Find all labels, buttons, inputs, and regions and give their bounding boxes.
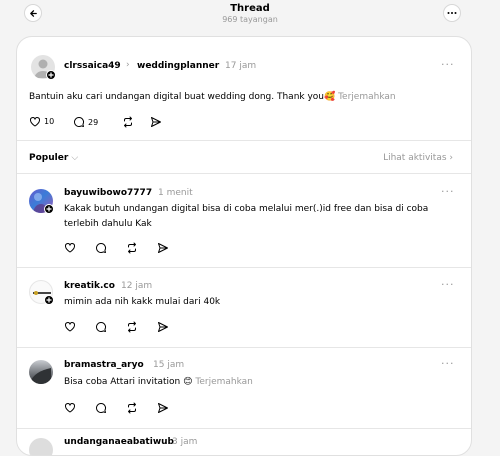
send-icon xyxy=(158,403,168,413)
repost-icon xyxy=(128,242,136,254)
share-button[interactable] xyxy=(157,242,169,254)
reply-text-line: mimin ada nih kakk mulai dari 40k xyxy=(64,297,221,307)
post-text: Bantuin aku cari undangan digital buat w… xyxy=(29,92,336,102)
reply-more-icon[interactable]: ··· xyxy=(441,278,455,291)
reply-time: 3 jam xyxy=(172,437,198,447)
plus-icon xyxy=(48,72,54,78)
reply-author[interactable]: bayuwibowo7777 xyxy=(64,188,152,198)
reply-more-icon[interactable]: ··· xyxy=(441,357,455,370)
like-button[interactable] xyxy=(64,242,76,253)
post-body: Bantuin aku cari undangan digital buat w… xyxy=(29,90,459,105)
comment-icon xyxy=(74,117,84,127)
follow-badge[interactable] xyxy=(44,204,54,214)
repost-button[interactable] xyxy=(122,116,134,128)
avatar[interactable] xyxy=(29,360,53,384)
like-button[interactable]: 10 xyxy=(29,116,54,127)
divider xyxy=(17,267,471,268)
divider xyxy=(17,173,471,174)
repost-icon xyxy=(128,321,136,333)
post-time: 17 jam xyxy=(225,61,257,71)
reply-text-line: terlebih dahulu Kak xyxy=(64,219,152,229)
top-bar: Thread 969 tayangan xyxy=(0,0,500,34)
translate-link[interactable]: Terjemahkan xyxy=(338,92,396,102)
reply-actions xyxy=(64,242,194,256)
reply-text: Kakak butuh undangan digital bisa di cob… xyxy=(64,202,469,232)
chevron-down-icon: ⌵ xyxy=(71,153,79,163)
like-button[interactable] xyxy=(64,402,76,413)
repost-button[interactable] xyxy=(126,402,138,414)
like-count: 10 xyxy=(44,117,55,126)
repost-icon xyxy=(128,402,136,414)
share-button[interactable] xyxy=(157,321,169,333)
reply-time: 1 menit xyxy=(158,188,193,198)
post-author[interactable]: clrssaica49 xyxy=(64,61,121,71)
send-icon xyxy=(151,117,161,127)
reply-actions xyxy=(64,402,194,416)
plus-icon xyxy=(46,206,52,212)
reply-actions xyxy=(64,321,194,335)
reply-text: Bisa coba Attari invitation 😊 Terjemahka… xyxy=(64,375,469,390)
share-button[interactable] xyxy=(150,116,162,128)
header-title-block: Thread 969 tayangan xyxy=(0,3,500,25)
page-title: Thread xyxy=(230,3,270,14)
reply-text-line: Kakak butuh undangan digital bisa di cob… xyxy=(64,204,429,214)
comment-icon xyxy=(96,322,106,332)
send-icon xyxy=(158,322,168,332)
comment-button[interactable]: 29 xyxy=(73,116,98,128)
comment-icon xyxy=(96,403,106,413)
comment-icon xyxy=(96,243,106,253)
comment-button[interactable] xyxy=(95,242,107,254)
follow-badge[interactable] xyxy=(46,70,56,80)
divider xyxy=(17,428,471,429)
reply-author[interactable]: bramastra_aryo xyxy=(64,360,144,370)
more-horizontal-icon xyxy=(447,12,457,14)
post-actions: 10 29 xyxy=(29,116,229,130)
repost-button[interactable] xyxy=(126,321,138,333)
reply-author[interactable]: undanganaeabatiwub xyxy=(64,437,174,447)
comment-button[interactable] xyxy=(95,321,107,333)
reply-time: 15 jam xyxy=(153,360,185,370)
reply-text: mimin ada nih kakk mulai dari 40k xyxy=(64,295,469,310)
avatar-image xyxy=(31,368,51,384)
reply-text-line: Bisa coba Attari invitation 😊 xyxy=(64,377,193,387)
heart-icon xyxy=(65,322,75,332)
share-button[interactable] xyxy=(157,402,169,414)
plus-icon xyxy=(46,297,52,303)
reply-time: 12 jam xyxy=(121,281,153,291)
activity-label: Lihat aktivitas xyxy=(383,153,447,163)
repost-icon xyxy=(124,116,132,128)
translate-link[interactable]: Terjemahkan xyxy=(195,377,253,387)
reply-more-icon[interactable]: ··· xyxy=(441,185,455,198)
post-more-icon[interactable]: ··· xyxy=(441,58,455,71)
chevron-right-icon: › xyxy=(126,60,130,70)
sort-dropdown[interactable]: Populer ⌵ xyxy=(29,153,78,163)
send-icon xyxy=(158,243,168,253)
reply-to-user[interactable]: weddingplanner xyxy=(137,61,219,71)
thread-card: clrssaica49 › weddingplanner 17 jam ··· … xyxy=(16,36,472,456)
comment-button[interactable] xyxy=(95,402,107,414)
comment-count: 29 xyxy=(88,117,99,127)
sort-label: Populer xyxy=(29,153,69,163)
divider xyxy=(17,347,471,348)
view-count: 969 tayangan xyxy=(222,15,278,24)
like-button[interactable] xyxy=(64,321,76,332)
heart-icon xyxy=(65,243,75,253)
follow-badge[interactable] xyxy=(44,295,54,305)
view-activity-link[interactable]: Lihat aktivitas › xyxy=(383,153,453,163)
repost-button[interactable] xyxy=(126,242,138,254)
heart-icon xyxy=(65,403,75,413)
reply-author[interactable]: kreatik.co xyxy=(64,281,115,291)
more-options-button[interactable] xyxy=(443,4,461,22)
divider xyxy=(17,140,471,141)
heart-icon xyxy=(30,117,40,127)
